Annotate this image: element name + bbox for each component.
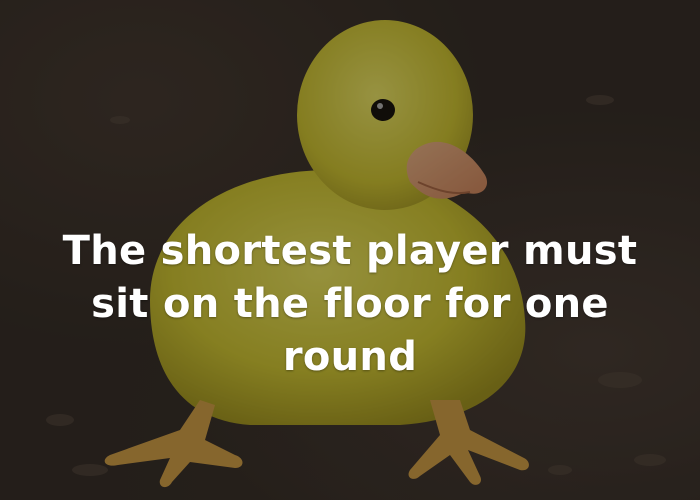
prompt-caption: The shortest player must sit on the floo… [62, 228, 638, 380]
prompt-card: The shortest player must sit on the floo… [0, 0, 700, 500]
